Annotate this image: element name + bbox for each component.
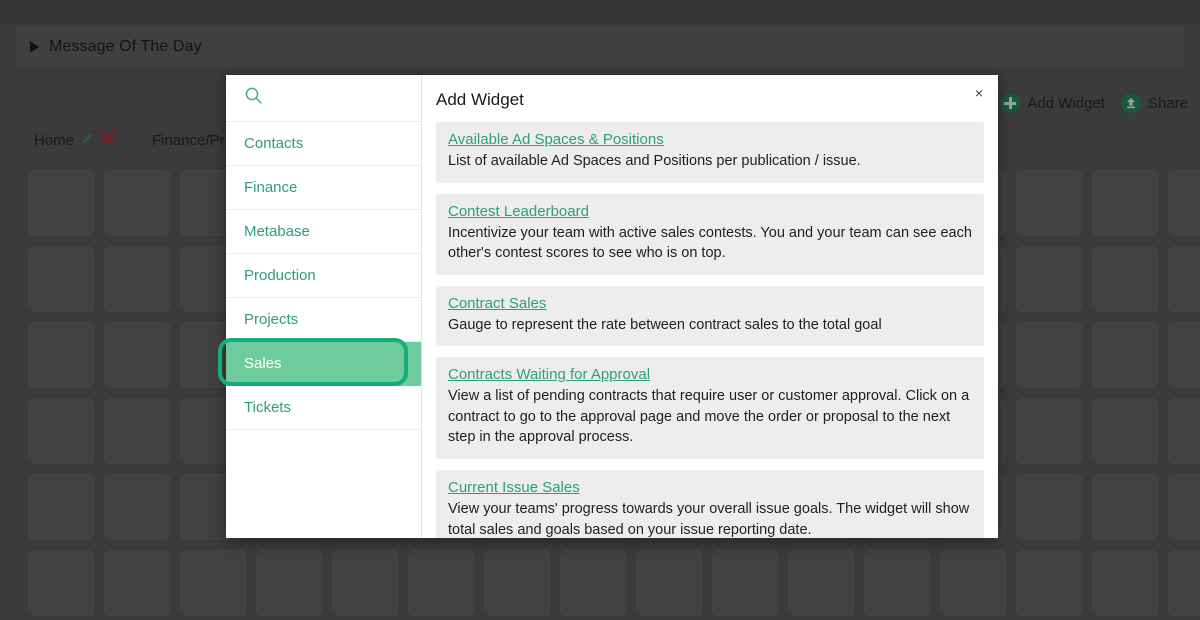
add-widget-modal: Contacts Finance Metabase Production Project… xyxy=(226,75,998,538)
category-item-label: Sales xyxy=(244,355,282,372)
category-item-label: Finance xyxy=(244,179,298,196)
widget-link[interactable]: Contract Sales xyxy=(448,295,546,312)
widget-card: Current Issue Sales View your teams' prog… xyxy=(436,470,984,538)
widget-description: List of available Ad Spaces and Position… xyxy=(448,153,861,169)
category-item-label: Production xyxy=(244,267,316,284)
category-item-label: Metabase xyxy=(244,223,310,240)
category-item-label: Projects xyxy=(244,311,299,328)
widget-description: View your teams' progress towards your o… xyxy=(448,501,970,538)
widget-description: Gauge to represent the rate between cont… xyxy=(448,316,882,333)
category-item-metabase[interactable]: Metabase xyxy=(226,210,421,254)
widget-category-panel: Contacts Finance Metabase Production Project… xyxy=(226,75,422,538)
modal-title: Add Widget xyxy=(436,90,524,109)
widget-card: Contracts Waiting for Approval View a lis… xyxy=(436,357,984,460)
widget-link[interactable]: Available Ad Spaces & Positions xyxy=(448,131,664,148)
widget-description: Incentivize your team with active sales … xyxy=(448,224,972,262)
search-input[interactable] xyxy=(271,89,395,107)
widget-card: Available Ad Spaces & Positions List of a… xyxy=(436,122,984,183)
category-item-projects[interactable]: Projects xyxy=(226,298,421,342)
category-list: Contacts Finance Metabase Production Project… xyxy=(226,122,421,430)
widget-description: View a list of pending contracts that re… xyxy=(448,388,970,446)
category-item-contacts[interactable]: Contacts xyxy=(226,122,421,166)
widget-list-panel: × Add Widget Available Ad Spaces & Posit… xyxy=(422,75,998,538)
category-item-tickets[interactable]: Tickets xyxy=(226,386,421,430)
widget-link[interactable]: Contest Leaderboard xyxy=(448,203,589,220)
widget-link[interactable]: Current Issue Sales xyxy=(448,479,580,496)
category-item-finance[interactable]: Finance xyxy=(226,166,421,210)
widget-cards: Available Ad Spaces & Positions List of a… xyxy=(422,122,998,538)
category-item-label: Tickets xyxy=(244,399,291,416)
close-icon[interactable]: × xyxy=(970,83,988,103)
category-item-label: Contacts xyxy=(244,135,304,152)
category-search-row[interactable] xyxy=(226,75,421,122)
search-icon xyxy=(244,86,263,110)
category-item-sales[interactable]: Sales xyxy=(226,342,421,386)
widget-card: Contest Leaderboard Incentivize your team… xyxy=(436,193,984,275)
category-item-production[interactable]: Production xyxy=(226,254,421,298)
widget-link[interactable]: Contracts Waiting for Approval xyxy=(448,366,650,383)
widget-card: Contract Sales Gauge to represent the rat… xyxy=(436,285,984,347)
